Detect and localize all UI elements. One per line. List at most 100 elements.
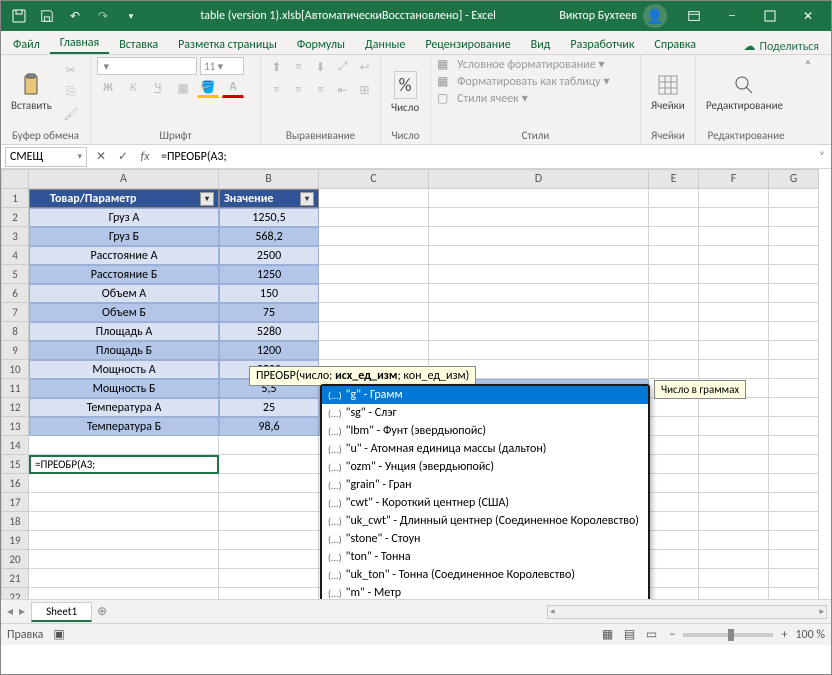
row-header[interactable]: 15 bbox=[1, 455, 29, 474]
cell[interactable]: 568,2 bbox=[219, 227, 319, 246]
tab-formulas[interactable]: Формулы bbox=[287, 35, 355, 54]
cell[interactable] bbox=[319, 246, 429, 265]
cell[interactable] bbox=[429, 208, 649, 227]
row-header[interactable]: 5 bbox=[1, 265, 29, 284]
col-header-b[interactable]: B bbox=[219, 169, 319, 189]
cell[interactable] bbox=[699, 360, 769, 379]
formula-bar-input[interactable] bbox=[157, 147, 813, 167]
cell[interactable] bbox=[29, 531, 219, 550]
row-header[interactable]: 1 bbox=[1, 189, 29, 208]
macro-record-icon[interactable]: ▣ bbox=[53, 627, 64, 642]
cell[interactable] bbox=[649, 569, 699, 588]
dropdown-item[interactable]: (...)"g" - Грамм bbox=[322, 386, 648, 404]
qat-dropdown-icon[interactable]: ▾ bbox=[117, 2, 145, 30]
bold-icon[interactable]: Ж bbox=[97, 78, 119, 98]
align-bottom-icon[interactable]: ⬇ bbox=[311, 57, 330, 77]
cell[interactable]: 150 bbox=[219, 284, 319, 303]
cell[interactable]: Объем Б bbox=[29, 303, 219, 322]
dropdown-item[interactable]: (...)"cwt" - Короткий центнер (США) bbox=[322, 494, 648, 512]
tab-layout[interactable]: Разметка страницы bbox=[168, 35, 287, 54]
tab-home[interactable]: Главная bbox=[50, 33, 109, 54]
font-size-select[interactable]: 11 ▾ bbox=[200, 57, 244, 75]
cell[interactable] bbox=[219, 455, 319, 474]
dropdown-item[interactable]: (...)"grain" - Гран bbox=[322, 476, 648, 494]
add-sheet-icon[interactable]: ⊕ bbox=[92, 604, 112, 619]
close-icon[interactable]: ✕ bbox=[789, 2, 827, 30]
cell[interactable]: Температура А bbox=[29, 398, 219, 417]
col-header-d[interactable]: D bbox=[429, 169, 649, 189]
cell[interactable] bbox=[649, 588, 699, 599]
cell[interactable] bbox=[699, 208, 769, 227]
cell[interactable] bbox=[769, 303, 819, 322]
ribbon-options-icon[interactable] bbox=[675, 2, 713, 30]
fx-icon[interactable]: fx bbox=[135, 147, 155, 167]
align-top-icon[interactable]: ⬆ bbox=[267, 57, 286, 77]
cell[interactable] bbox=[429, 303, 649, 322]
col-header-f[interactable]: F bbox=[699, 169, 769, 189]
row-header[interactable]: 12 bbox=[1, 398, 29, 417]
save-icon[interactable] bbox=[33, 2, 61, 30]
row-header[interactable]: 3 bbox=[1, 227, 29, 246]
row-header[interactable]: 17 bbox=[1, 493, 29, 512]
cell[interactable] bbox=[649, 322, 699, 341]
align-right-icon[interactable]: ≡ bbox=[311, 80, 330, 100]
cell[interactable] bbox=[649, 474, 699, 493]
dropdown-item[interactable]: (...)"ton" - Тонна bbox=[322, 548, 648, 566]
cell[interactable] bbox=[769, 455, 819, 474]
cell[interactable] bbox=[699, 455, 769, 474]
zoom-level[interactable]: 100 % bbox=[795, 628, 825, 642]
cell[interactable] bbox=[429, 341, 649, 360]
row-header[interactable]: 21 bbox=[1, 569, 29, 588]
table-header[interactable]: Значение▾ bbox=[219, 189, 319, 208]
cell[interactable] bbox=[699, 550, 769, 569]
cell[interactable] bbox=[769, 208, 819, 227]
zoom-out-icon[interactable]: − bbox=[669, 628, 675, 642]
row-header[interactable]: 13 bbox=[1, 417, 29, 436]
cell[interactable] bbox=[699, 322, 769, 341]
cell[interactable] bbox=[29, 436, 219, 455]
col-header-c[interactable]: C bbox=[319, 169, 429, 189]
paste-button[interactable]: Вставить bbox=[7, 71, 56, 114]
cell[interactable] bbox=[769, 341, 819, 360]
cell[interactable] bbox=[769, 322, 819, 341]
cell[interactable] bbox=[429, 227, 649, 246]
align-middle-icon[interactable]: ≡ bbox=[289, 57, 308, 77]
cells-button[interactable]: Ячейки bbox=[647, 71, 689, 114]
cell[interactable] bbox=[699, 569, 769, 588]
cell[interactable]: 25 bbox=[219, 398, 319, 417]
cell[interactable]: Мощность Б bbox=[29, 379, 219, 398]
sheet-tab-1[interactable]: Sheet1 bbox=[31, 602, 92, 622]
font-select[interactable]: ▾ bbox=[97, 57, 197, 75]
cell[interactable]: Температура Б bbox=[29, 417, 219, 436]
cell[interactable] bbox=[769, 265, 819, 284]
user-account[interactable]: Виктор Бухтеев 👤 bbox=[551, 4, 675, 28]
row-header[interactable]: 2 bbox=[1, 208, 29, 227]
cell[interactable] bbox=[649, 208, 699, 227]
cell[interactable] bbox=[699, 341, 769, 360]
cancel-formula-icon[interactable]: ✕ bbox=[91, 147, 111, 167]
tab-insert[interactable]: Вставка bbox=[109, 35, 168, 54]
cell[interactable]: Груз Б bbox=[29, 227, 219, 246]
cell[interactable] bbox=[699, 265, 769, 284]
col-header-g[interactable]: G bbox=[769, 169, 819, 189]
tab-review[interactable]: Рецензирование bbox=[415, 35, 520, 54]
cell[interactable]: 1250,5 bbox=[219, 208, 319, 227]
cell[interactable] bbox=[649, 550, 699, 569]
filter-icon[interactable]: ▾ bbox=[200, 192, 214, 206]
cell[interactable] bbox=[769, 531, 819, 550]
format-painter-icon[interactable]: 🖌 bbox=[60, 104, 82, 124]
cell[interactable] bbox=[219, 550, 319, 569]
number-format-button[interactable]: %Число bbox=[387, 69, 423, 116]
cell[interactable] bbox=[219, 531, 319, 550]
row-header[interactable]: 20 bbox=[1, 550, 29, 569]
cell[interactable] bbox=[429, 246, 649, 265]
cell[interactable] bbox=[699, 284, 769, 303]
cell[interactable]: Расстояние А bbox=[29, 246, 219, 265]
cell[interactable] bbox=[699, 303, 769, 322]
cell[interactable]: Мощность А bbox=[29, 360, 219, 379]
cell[interactable]: Расстояние Б bbox=[29, 265, 219, 284]
row-header[interactable]: 8 bbox=[1, 322, 29, 341]
cell[interactable]: 5280 bbox=[219, 322, 319, 341]
cell[interactable]: Объем А bbox=[29, 284, 219, 303]
row-header[interactable]: 19 bbox=[1, 531, 29, 550]
